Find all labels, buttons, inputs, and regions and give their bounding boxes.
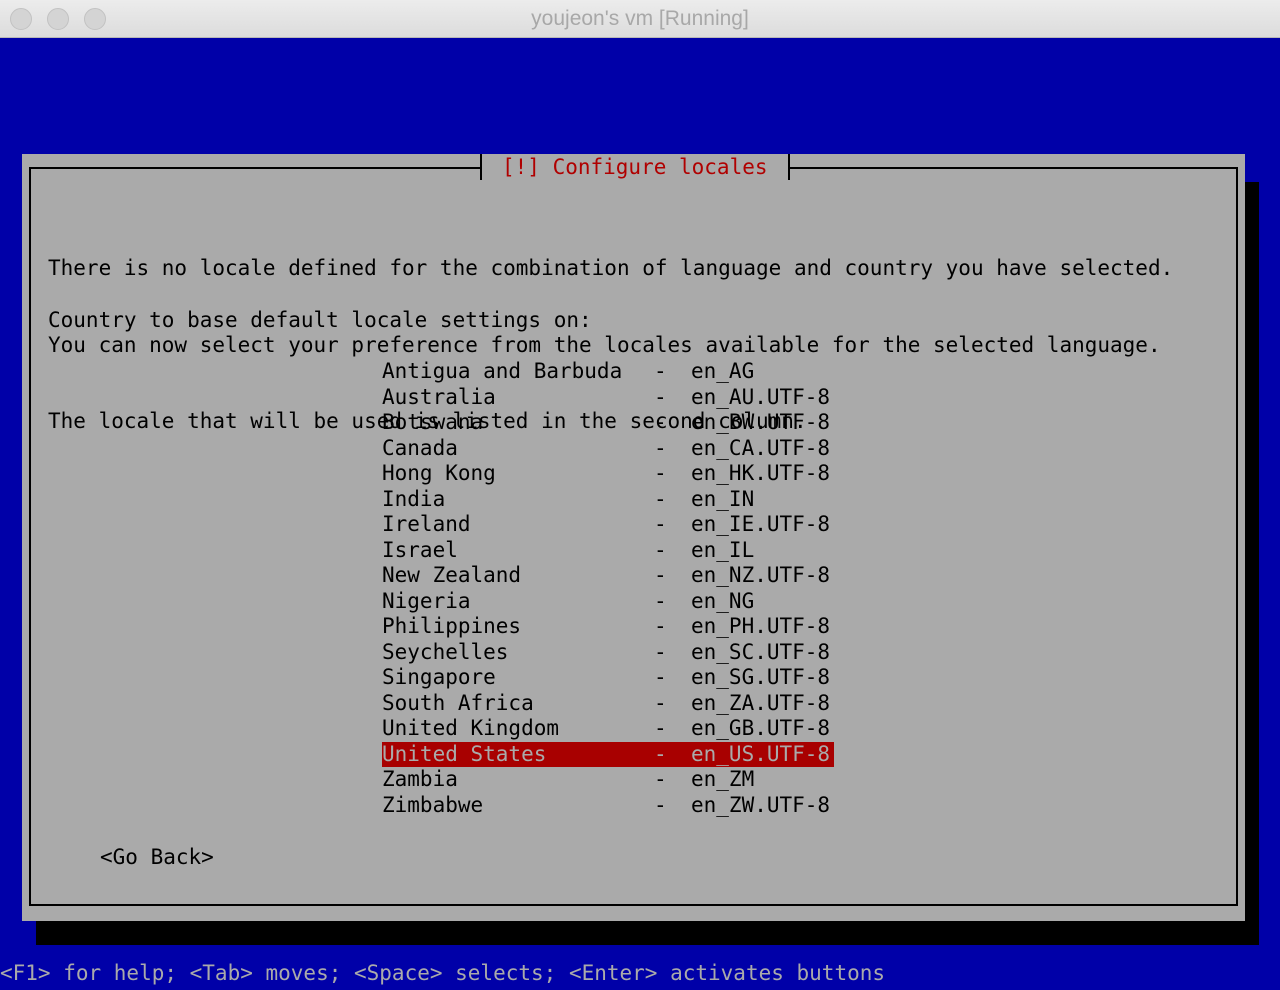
country-name: Zimbabwe <box>382 792 484 817</box>
locale-code: en_PH.UTF-8 <box>691 614 831 638</box>
country-name: Seychelles <box>382 639 509 664</box>
list-item[interactable]: Canada - en_CA.UTF-8 <box>382 436 834 462</box>
separator-dash: - <box>654 384 667 409</box>
list-item[interactable]: Botswana - en_BW.UTF-8 <box>382 410 834 436</box>
country-name: Israel <box>382 537 458 562</box>
separator-dash: - <box>654 486 667 511</box>
country-name: India <box>382 486 446 511</box>
separator-dash: - <box>654 359 667 383</box>
locale-code: en_IL <box>691 537 755 562</box>
country-name: Botswana <box>382 410 484 434</box>
country-name: Singapore <box>382 665 496 689</box>
separator-dash: - <box>654 767 667 791</box>
list-item-selected[interactable]: United States - en_US.UTF-8 <box>382 741 834 767</box>
description-line: There is no locale defined for the combi… <box>48 256 1174 280</box>
separator-dash: - <box>654 741 667 766</box>
locale-code: en_NG <box>691 588 755 613</box>
country-name: Philippines <box>382 614 522 638</box>
separator-dash: - <box>654 716 667 740</box>
locale-code: en_NZ.UTF-8 <box>691 563 831 587</box>
list-item[interactable]: Ireland - en_IE.UTF-8 <box>382 512 834 538</box>
country-prompt: Country to base default locale settings … <box>48 308 592 332</box>
locale-code: en_ZW.UTF-8 <box>691 792 831 817</box>
list-item[interactable]: Australia - en_AU.UTF-8 <box>382 385 834 411</box>
list-item[interactable]: Zimbabwe - en_ZW.UTF-8 <box>382 793 834 819</box>
list-item[interactable]: Antigua and Barbuda - en_AG <box>382 359 834 385</box>
country-name: Antigua and Barbuda <box>382 359 623 383</box>
country-name: United States <box>382 741 547 766</box>
list-item[interactable]: Philippines - en_PH.UTF-8 <box>382 614 834 640</box>
help-line: <F1> for help; <Tab> moves; <Space> sele… <box>0 961 886 985</box>
list-item[interactable]: Singapore - en_SG.UTF-8 <box>382 665 834 691</box>
configure-locales-dialog: [!] Configure locales There is no locale… <box>22 154 1245 921</box>
country-name: New Zealand <box>382 563 522 587</box>
country-name: Australia <box>382 384 496 409</box>
list-item[interactable]: Nigeria - en_NG <box>382 589 834 615</box>
locale-code: en_BW.UTF-8 <box>691 410 831 434</box>
locale-code: en_ZA.UTF-8 <box>691 690 831 715</box>
list-item[interactable]: Seychelles - en_SC.UTF-8 <box>382 640 834 666</box>
list-item[interactable]: Israel - en_IL <box>382 538 834 564</box>
list-item[interactable]: New Zealand - en_NZ.UTF-8 <box>382 563 834 589</box>
country-name: Hong Kong <box>382 461 496 485</box>
country-name: Zambia <box>382 767 458 791</box>
separator-dash: - <box>654 537 667 562</box>
list-item[interactable]: Hong Kong - en_HK.UTF-8 <box>382 461 834 487</box>
country-name: Canada <box>382 435 458 460</box>
go-back-button[interactable]: <Go Back> <box>100 845 214 871</box>
locale-code: en_IE.UTF-8 <box>691 512 831 536</box>
list-item[interactable]: Zambia - en_ZM <box>382 767 834 793</box>
separator-dash: - <box>654 639 667 664</box>
locale-code: en_US.UTF-8 <box>691 741 831 766</box>
locale-code: en_GB.UTF-8 <box>691 716 831 740</box>
window-titlebar: youjeon's vm [Running] <box>0 0 1280 38</box>
window-title: youjeon's vm [Running] <box>531 7 749 30</box>
separator-dash: - <box>654 512 667 536</box>
separator-dash: - <box>654 563 667 587</box>
locale-code: en_IN <box>691 486 755 511</box>
country-name: South Africa <box>382 690 534 715</box>
separator-dash: - <box>654 690 667 715</box>
separator-dash: - <box>654 435 667 460</box>
list-item[interactable]: United Kingdom - en_GB.UTF-8 <box>382 716 834 742</box>
country-locale-list[interactable]: Antigua and Barbuda - en_AG Australia - en_AU… <box>382 359 834 818</box>
separator-dash: - <box>654 792 667 817</box>
separator-dash: - <box>654 461 667 485</box>
separator-dash: - <box>654 588 667 613</box>
locale-code: en_AG <box>691 359 755 383</box>
country-name: Ireland <box>382 512 471 536</box>
list-item[interactable]: South Africa - en_ZA.UTF-8 <box>382 691 834 717</box>
description-line: You can now select your preference from … <box>48 332 1161 357</box>
locale-code: en_HK.UTF-8 <box>691 461 831 485</box>
country-name: Nigeria <box>382 588 471 613</box>
locale-code: en_SG.UTF-8 <box>691 665 831 689</box>
locale-code: en_ZM <box>691 767 755 791</box>
locale-code: en_SC.UTF-8 <box>691 639 831 664</box>
separator-dash: - <box>654 614 667 638</box>
locale-code: en_AU.UTF-8 <box>691 384 831 409</box>
separator-dash: - <box>654 410 667 434</box>
vm-screen: [!] Configure locales There is no locale… <box>0 38 1280 990</box>
separator-dash: - <box>654 665 667 689</box>
country-name: United Kingdom <box>382 716 560 740</box>
dialog-title: [!] Configure locales <box>480 154 790 180</box>
list-item[interactable]: India - en_IN <box>382 487 834 513</box>
locale-code: en_CA.UTF-8 <box>691 435 831 460</box>
